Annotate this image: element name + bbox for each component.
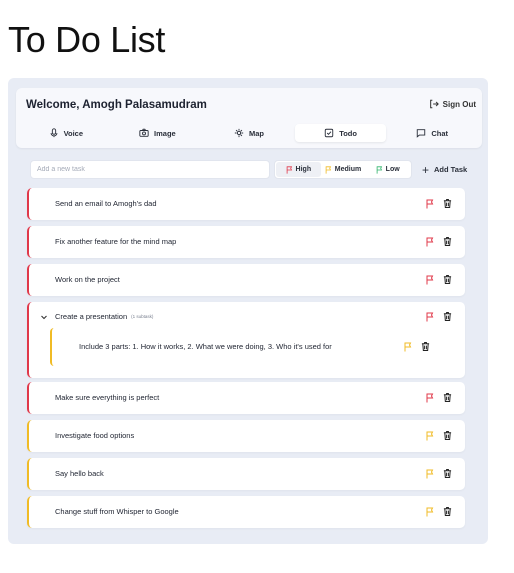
chat-bubble-icon xyxy=(417,129,426,138)
trash-icon[interactable] xyxy=(443,506,452,517)
tab-map-label: Map xyxy=(248,128,264,138)
subtask-count: (1 subtask) xyxy=(131,314,154,319)
tab-voice[interactable]: Voice xyxy=(20,124,112,142)
trash-icon[interactable] xyxy=(443,311,452,322)
add-task-label: Add Task xyxy=(434,165,468,174)
red-flag-icon[interactable] xyxy=(426,237,434,247)
task-item[interactable]: Fix another feature for the mind map xyxy=(27,226,465,258)
tab-todo[interactable]: Todo xyxy=(294,124,387,142)
trash-icon[interactable] xyxy=(443,430,452,441)
task-item[interactable]: Make sure everything is perfect xyxy=(27,382,465,414)
trash-icon[interactable] xyxy=(421,341,430,352)
yellow-flag-icon[interactable] xyxy=(426,469,434,479)
task-item[interactable]: Send an email to Amogh's dad xyxy=(27,188,465,220)
priority-high-label: High xyxy=(295,166,312,173)
sign-out-icon xyxy=(429,99,439,109)
task-text[interactable]: Say hello back xyxy=(55,458,104,490)
task-text[interactable]: Fix another feature for the mind map xyxy=(55,226,176,258)
trash-icon[interactable] xyxy=(443,468,452,479)
tab-voice-label: Voice xyxy=(63,128,84,138)
red-flag-icon[interactable] xyxy=(426,312,434,322)
tab-image[interactable]: Image xyxy=(112,124,204,142)
priority-selector: High Medium Low xyxy=(274,160,412,179)
task-item-expanded[interactable]: Create a presentation (1 subtask) Include… xyxy=(27,302,465,378)
welcome-message: Welcome, Amogh Palasamudram xyxy=(26,99,207,111)
tab-todo-label: Todo xyxy=(339,128,357,138)
red-flag-icon xyxy=(286,165,292,174)
camera-icon xyxy=(139,128,149,137)
task-item[interactable]: Work on the project xyxy=(27,264,465,296)
task-text[interactable]: Send an email to Amogh's dad xyxy=(55,188,157,220)
mind-map-icon xyxy=(234,128,244,138)
new-task-row: High Medium Low + Add Task xyxy=(30,160,480,179)
sign-out-button[interactable]: Sign Out xyxy=(429,99,476,109)
checkbox-icon xyxy=(324,128,334,138)
sign-out-label: Sign Out xyxy=(442,99,476,109)
page-title: To Do List xyxy=(8,19,166,60)
yellow-flag-icon xyxy=(325,165,331,174)
add-task-button[interactable]: + Add Task xyxy=(422,162,468,177)
priority-low-label: Low xyxy=(385,166,400,173)
trash-icon[interactable] xyxy=(443,198,452,209)
tab-image-label: Image xyxy=(154,128,176,138)
task-text[interactable]: Investigate food options xyxy=(55,420,134,452)
red-flag-icon[interactable] xyxy=(426,393,434,403)
main-tabs: Voice Image Map Todo Chat xyxy=(20,124,478,142)
priority-medium-label: Medium xyxy=(334,166,362,173)
green-flag-icon xyxy=(376,165,382,174)
todo-app: Welcome, Amogh Palasamudram Sign Out Voi… xyxy=(8,78,488,544)
task-item[interactable]: Investigate food options xyxy=(27,420,465,452)
chevron-down-icon[interactable] xyxy=(40,313,48,321)
yellow-flag-icon[interactable] xyxy=(426,507,434,517)
trash-icon[interactable] xyxy=(443,274,452,285)
plus-icon: + xyxy=(422,162,430,177)
subtask-item[interactable]: Include 3 parts: 1. How it works, 2. Wha… xyxy=(50,328,437,366)
new-task-input[interactable] xyxy=(30,160,270,179)
task-text[interactable]: Work on the project xyxy=(55,264,120,296)
priority-medium-button[interactable]: Medium xyxy=(321,162,366,177)
tab-chat-label: Chat xyxy=(431,128,448,138)
task-title: Create a presentation xyxy=(55,312,128,321)
yellow-flag-icon[interactable] xyxy=(404,342,412,352)
priority-low-button[interactable]: Low xyxy=(365,162,410,177)
red-flag-icon[interactable] xyxy=(426,199,434,209)
task-item[interactable]: Change stuff from Whisper to Google xyxy=(27,496,465,528)
app-header: Welcome, Amogh Palasamudram Sign Out Voi… xyxy=(16,88,482,148)
tab-chat[interactable]: Chat xyxy=(386,124,478,142)
task-text[interactable]: Change stuff from Whisper to Google xyxy=(55,496,179,528)
tab-map[interactable]: Map xyxy=(203,124,295,142)
priority-high-button[interactable]: High xyxy=(276,162,321,177)
yellow-flag-icon[interactable] xyxy=(426,431,434,441)
mic-icon xyxy=(50,128,57,138)
trash-icon[interactable] xyxy=(443,392,452,403)
trash-icon[interactable] xyxy=(443,236,452,247)
subtask-text[interactable]: Include 3 parts: 1. How it works, 2. Wha… xyxy=(79,328,332,366)
red-flag-icon[interactable] xyxy=(426,275,434,285)
task-text[interactable]: Make sure everything is perfect xyxy=(55,382,159,414)
task-item[interactable]: Say hello back xyxy=(27,458,465,490)
